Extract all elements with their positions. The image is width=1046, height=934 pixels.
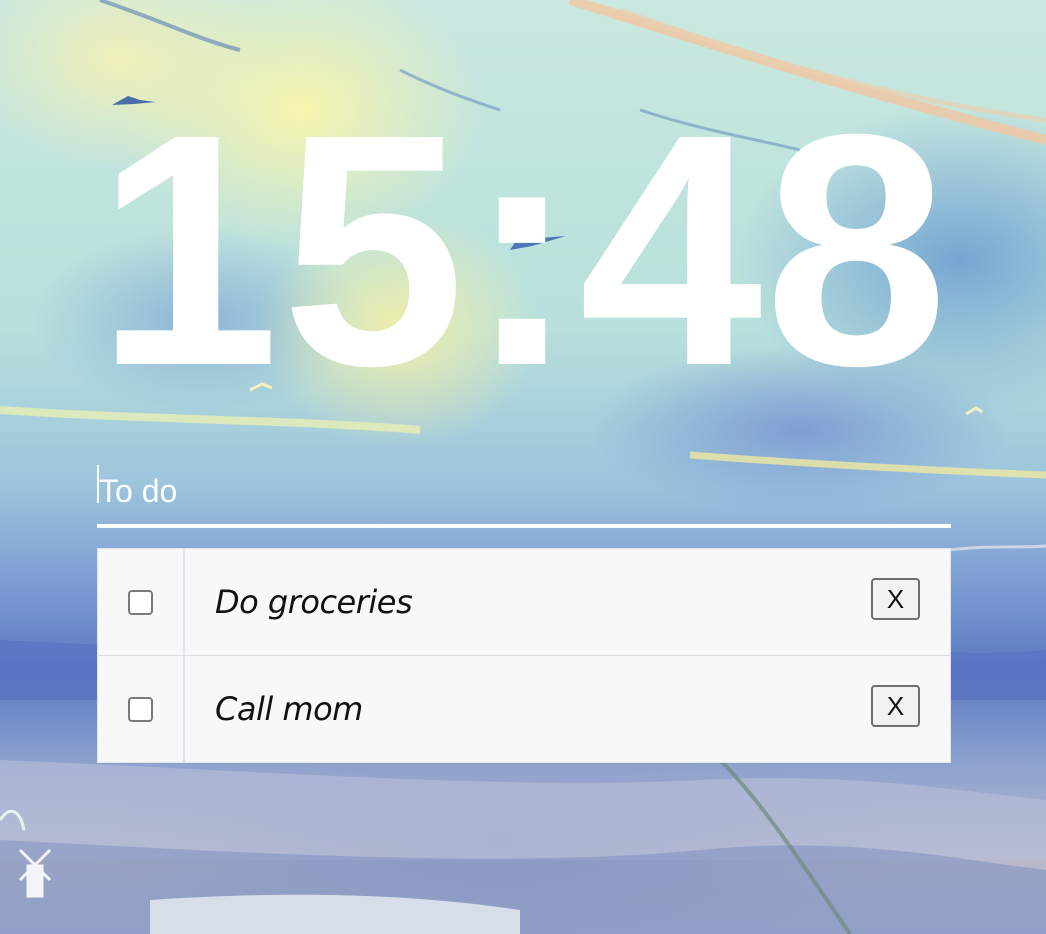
todo-list: Do groceries X Call mom X xyxy=(97,548,951,763)
text-caret xyxy=(97,465,99,503)
checkbox-cell xyxy=(98,549,185,655)
todo-input[interactable] xyxy=(97,458,951,524)
todo-checkbox[interactable] xyxy=(128,696,153,722)
clock-time: 15:48 xyxy=(95,65,950,434)
list-item: Do groceries X xyxy=(98,549,950,656)
todo-input-container xyxy=(97,458,951,528)
delete-button[interactable]: X xyxy=(871,578,920,620)
checkbox-cell xyxy=(98,656,185,762)
todo-item-label: Do groceries xyxy=(215,583,413,621)
delete-button[interactable]: X xyxy=(871,685,920,727)
todo-checkbox[interactable] xyxy=(128,589,153,615)
todo-item-label: Call mom xyxy=(215,690,363,728)
list-item: Call mom X xyxy=(98,656,950,762)
